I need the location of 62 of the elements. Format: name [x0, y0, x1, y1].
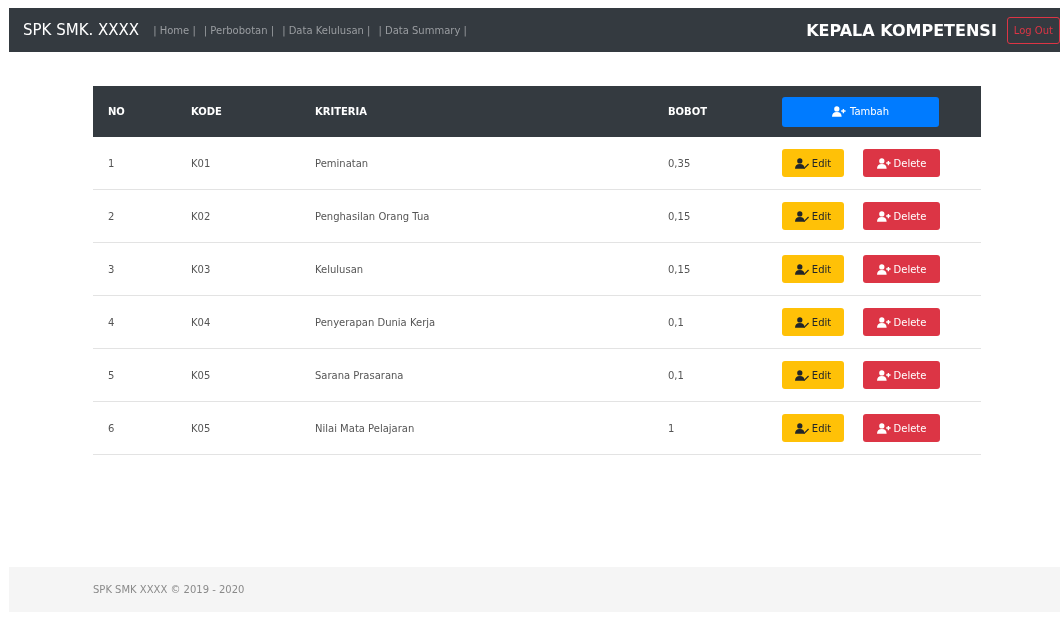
role-title: KEPALA KOMPETENSI: [806, 20, 997, 40]
user-edit-icon: [794, 210, 809, 222]
table-cell-text: K03: [190, 263, 212, 275]
table-cell-text: K04: [190, 316, 212, 328]
user-edit-icon: [794, 157, 809, 169]
user-edit-icon: [794, 263, 809, 275]
user-plus-icon: [876, 210, 891, 222]
table-cell-text: K05: [190, 369, 212, 381]
delete-button[interactable]: Delete: [863, 255, 940, 283]
edit-button[interactable]: Edit: [782, 255, 844, 283]
edit-button[interactable]: Edit: [782, 414, 844, 442]
column-header: KODE: [190, 106, 223, 117]
table-cell-text: 2: [107, 210, 116, 222]
table-cell-text: K02: [190, 210, 212, 222]
delete-button[interactable]: Delete: [863, 149, 940, 177]
table-cell-text: 5: [107, 369, 116, 381]
table-cell-text: 4: [107, 316, 116, 328]
table-cell-text: Penghasilan Orang Tua: [314, 210, 431, 222]
table-cell-text: Peminatan: [314, 157, 370, 169]
table-cell-text: K01: [190, 157, 212, 169]
table-cell-text: 1: [667, 422, 676, 434]
nav-link[interactable]: | Data Kelulusan |: [282, 24, 371, 36]
column-header: KRITERIA: [314, 106, 368, 117]
column-header: BOBOT: [667, 106, 709, 117]
table-cell-text: Nilai Mata Pelajaran: [314, 422, 416, 434]
logout-button[interactable]: Log Out: [1006, 16, 1060, 44]
table-cell-text: 0,1: [667, 369, 685, 381]
delete-button[interactable]: Delete: [863, 414, 940, 442]
user-plus-icon: [876, 422, 891, 434]
table-cell-text: Kelulusan: [314, 263, 365, 275]
column-header: NO: [107, 106, 126, 117]
table-cell-text: 0,15: [667, 263, 692, 275]
footer-text: SPK SMK XXXX © 2019 - 2020: [93, 584, 245, 595]
table-cell-text: Sarana Prasarana: [314, 369, 405, 381]
table-cell-text: 3: [107, 263, 116, 275]
edit-button[interactable]: Edit: [782, 361, 844, 389]
edit-button[interactable]: Edit: [782, 202, 844, 230]
user-plus-icon: [876, 316, 891, 328]
table-cell-text: 1: [107, 157, 116, 169]
table-cell-text: 0,15: [667, 210, 692, 222]
brand-title[interactable]: SPK SMK. XXXX: [23, 21, 140, 39]
nav-link[interactable]: | Perbobotan |: [203, 24, 275, 36]
delete-button[interactable]: Delete: [863, 308, 940, 336]
user-plus-icon: [876, 157, 891, 169]
delete-button[interactable]: Delete: [863, 202, 940, 230]
table-cell-text: Penyerapan Dunia Kerja: [314, 316, 437, 328]
nav-link[interactable]: | Home |: [153, 24, 196, 36]
user-edit-icon: [794, 369, 809, 381]
add-button[interactable]: Tambah: [782, 96, 939, 127]
delete-button[interactable]: Delete: [863, 361, 940, 389]
nav-link[interactable]: | Data Summary |: [378, 24, 467, 36]
table-cell-text: 0,35: [667, 157, 692, 169]
table-cell-text: 6: [107, 422, 116, 434]
table-cell-text: 0,1: [667, 316, 685, 328]
user-plus-icon: [876, 263, 891, 275]
edit-button[interactable]: Edit: [782, 308, 844, 336]
user-plus-icon: [831, 106, 846, 117]
edit-button[interactable]: Edit: [782, 149, 844, 177]
user-edit-icon: [794, 422, 809, 434]
table-cell-text: K05: [190, 422, 212, 434]
user-edit-icon: [794, 316, 809, 328]
user-plus-icon: [876, 369, 891, 381]
